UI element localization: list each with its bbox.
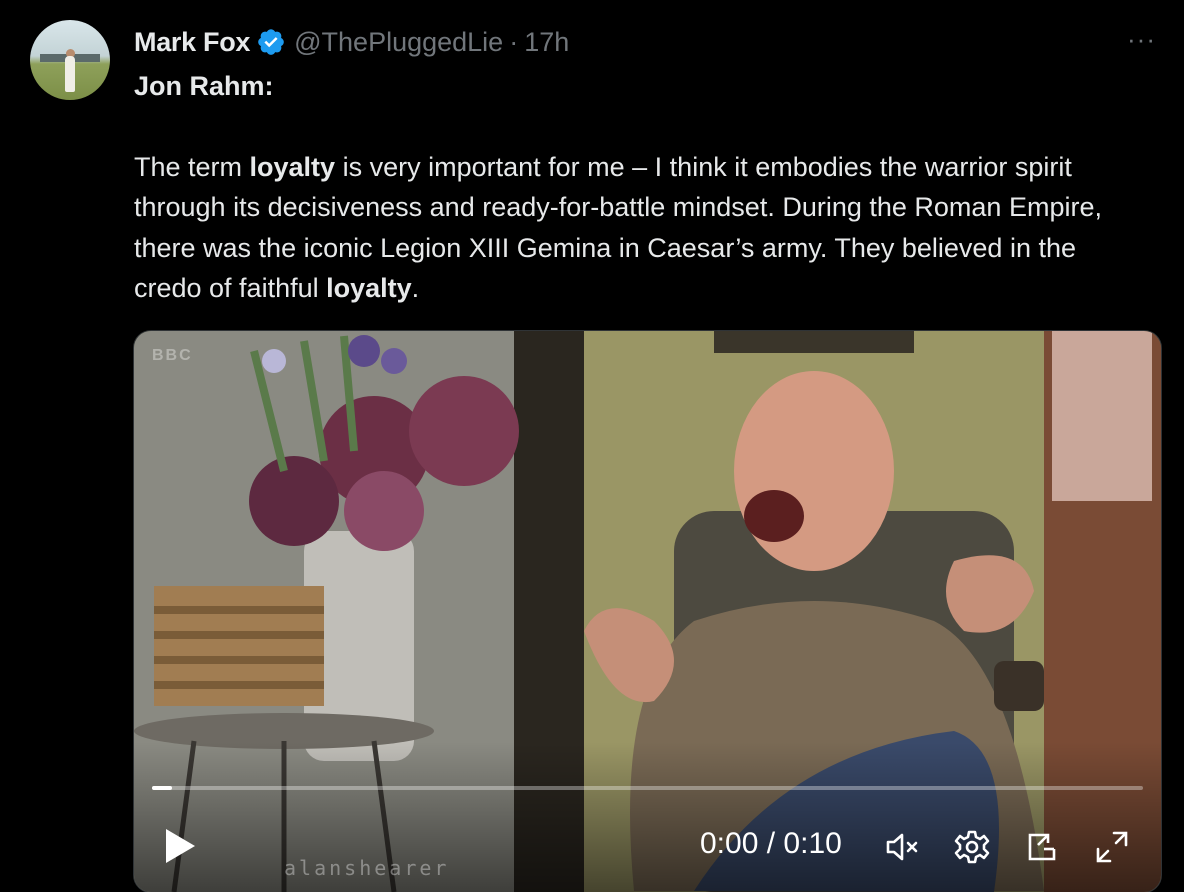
verified-badge-icon[interactable]: [256, 27, 286, 57]
tweet-bold-word: loyalty: [326, 273, 412, 303]
channel-logo: BBC: [152, 347, 193, 364]
video-progress-fill: [152, 786, 172, 790]
fullscreen-icon[interactable]: [1092, 827, 1132, 867]
video-current-time: 0:00: [700, 827, 759, 860]
tweet-timestamp[interactable]: 17h: [524, 27, 569, 58]
author-handle[interactable]: @ThePluggedLie: [294, 27, 503, 58]
tweet-paragraph: The term loyalty is very important for m…: [134, 147, 1144, 309]
tweet-bold-word: loyalty: [249, 151, 336, 182]
avatar-person: [65, 56, 75, 92]
tweet-text: Jon Rahm: The term loyalty is very impor…: [134, 66, 1144, 309]
play-icon[interactable]: [162, 826, 198, 866]
video-time: 0:00 / 0:10: [700, 827, 842, 861]
more-options-icon[interactable]: ···: [1127, 24, 1156, 55]
tweet: Mark Fox @ThePluggedLie · 17h ··· Jon Ra…: [0, 0, 1184, 892]
tweet-text-start: The term: [134, 151, 250, 182]
video-watermark: alanshearer: [284, 856, 450, 880]
author-avatar[interactable]: [30, 20, 110, 100]
video-progress-bar[interactable]: [152, 786, 1143, 790]
picture-in-picture-icon[interactable]: [1022, 827, 1062, 867]
header-separator: ·: [509, 26, 519, 57]
video-time-separator: /: [766, 827, 776, 860]
tweet-header: Mark Fox @ThePluggedLie · 17h: [134, 24, 569, 60]
video-duration: 0:10: [783, 827, 842, 860]
author-name[interactable]: Mark Fox: [134, 27, 250, 58]
tweet-first-line: Jon Rahm:: [134, 71, 274, 101]
tweet-text-end: .: [411, 273, 420, 303]
settings-gear-icon[interactable]: [952, 827, 992, 867]
muted-speaker-icon[interactable]: [882, 827, 922, 867]
video-player[interactable]: BBC alanshearer 0:00 / 0:10: [133, 330, 1162, 892]
